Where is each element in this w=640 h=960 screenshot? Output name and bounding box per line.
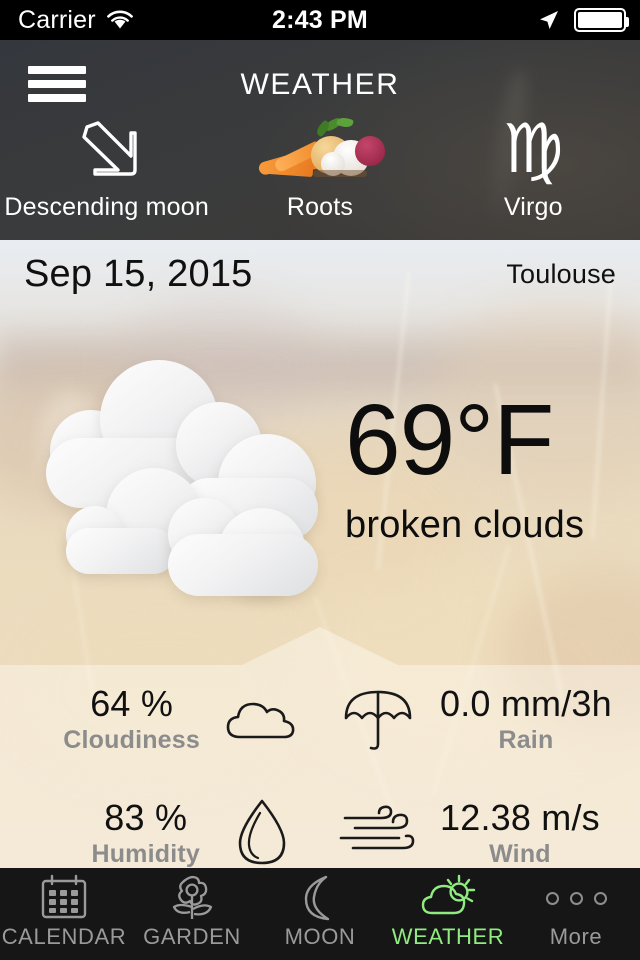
weather-date: Sep 15, 2015	[24, 252, 253, 295]
moon-icon	[294, 874, 346, 922]
virgo-zodiac-icon: ♍	[503, 115, 564, 185]
date-location-row: Sep 15, 2015 Toulouse	[0, 240, 640, 308]
info-item-descending-moon[interactable]: Descending moon	[0, 115, 213, 222]
temperature-value: 69°F	[345, 384, 554, 496]
metric-rain: 0.0 mm/3h Rain	[320, 669, 640, 769]
weather-city: Toulouse	[506, 258, 616, 289]
root-vegetables-icon	[255, 115, 385, 185]
battery-full-icon	[574, 8, 629, 32]
status-bar: Carrier 2:43 PM	[0, 0, 640, 40]
info-item-label: Descending moon	[4, 193, 209, 221]
wind-icon	[320, 802, 436, 864]
tab-calendar[interactable]: CALENDAR	[0, 874, 128, 950]
header-info-bar: Descending moon Roots ♍ Virgo	[0, 115, 640, 222]
weather-description: broken clouds	[345, 504, 585, 546]
tab-more[interactable]: More	[512, 874, 640, 950]
metric-label: Rain	[498, 725, 554, 754]
metric-wind: 12.38 m/s Wind	[320, 783, 640, 868]
tab-garden[interactable]: GARDEN	[128, 874, 256, 950]
info-item-virgo[interactable]: ♍ Virgo	[427, 115, 640, 222]
info-item-label: Virgo	[503, 193, 563, 221]
sun-cloud-icon	[419, 874, 477, 922]
page-title: WEATHER	[240, 68, 400, 101]
broken-clouds-icon	[28, 350, 338, 596]
tab-moon[interactable]: MOON	[256, 874, 384, 950]
location-arrow-icon	[540, 11, 558, 29]
tab-label: GARDEN	[143, 924, 241, 949]
metric-value: 64 %	[90, 682, 174, 724]
flower-icon	[166, 874, 218, 922]
info-item-roots[interactable]: Roots	[213, 115, 426, 222]
tab-label: CALENDAR	[1, 924, 127, 949]
status-bar-right	[536, 7, 629, 33]
app-header: WEATHER Descending moon Roots ♍ Virgo	[0, 40, 640, 240]
tab-label: WEATHER	[391, 924, 505, 949]
metrics-row-2: 83 % Humidity 12.38 m/s Wind	[0, 783, 640, 868]
metric-value: 0.0 mm/3h	[440, 682, 612, 724]
tab-weather[interactable]: WEATHER	[384, 874, 512, 950]
metric-label: Cloudiness	[63, 725, 200, 754]
virgo-glyph: ♍	[502, 110, 564, 189]
bottom-tab-bar: CALENDAR GARDEN MOON WEATHER More	[0, 868, 640, 960]
weather-main: Sep 15, 2015 Toulouse 69°F broken clouds	[0, 240, 640, 868]
water-drop-icon	[204, 795, 320, 868]
app-root: Carrier 2:43 PM WEATHER Descending moon …	[0, 0, 640, 960]
arrow-down-right-icon	[73, 115, 141, 185]
more-dots-icon	[545, 874, 607, 922]
metrics-row-1: 64 % Cloudiness 0.0 mm/3h Rain	[0, 669, 640, 769]
cloud-outline-icon	[204, 689, 320, 749]
weather-metrics-panel: 64 % Cloudiness 0.0 mm/3h Rain 83 % Humi…	[0, 627, 640, 868]
panel-notch	[242, 627, 398, 665]
tab-label: MOON	[284, 924, 356, 949]
metric-value: 83 %	[104, 796, 188, 838]
metric-cloudiness: 64 % Cloudiness	[0, 669, 320, 769]
umbrella-icon	[320, 684, 436, 754]
metric-label: Wind	[489, 839, 551, 868]
metric-humidity: 83 % Humidity	[0, 783, 320, 868]
metric-value: 12.38 m/s	[440, 796, 600, 838]
metric-label: Humidity	[91, 839, 200, 868]
info-item-label: Roots	[286, 193, 354, 221]
temperature-block: 69°F broken clouds	[345, 390, 625, 547]
calendar-icon	[38, 874, 90, 922]
tab-label: More	[549, 924, 603, 949]
